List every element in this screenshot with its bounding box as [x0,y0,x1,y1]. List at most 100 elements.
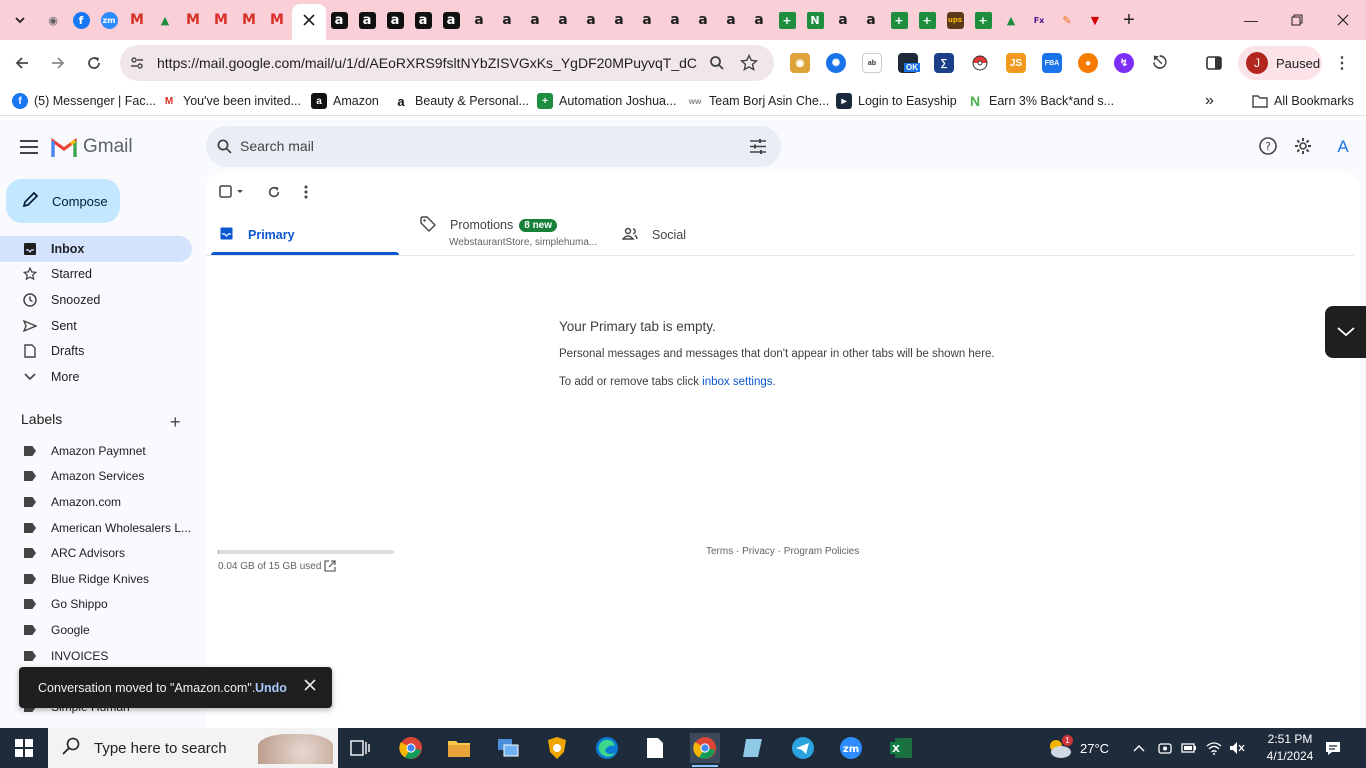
new-tab-button[interactable]: + [1116,7,1142,33]
nav-item-snoozed[interactable]: Snoozed [0,287,192,313]
browser-tab[interactable]: Fx [1026,7,1052,33]
extensions-puzzle-icon[interactable]: ⎋ [1150,53,1170,73]
browser-tab[interactable]: N [802,7,828,33]
gmail-logo[interactable]: Gmail [51,136,133,158]
browser-tab[interactable]: a [690,7,716,33]
side-panel-icon[interactable] [1204,53,1224,73]
browser-tab[interactable]: a [494,7,520,33]
open-in-new-icon[interactable] [324,559,338,573]
camera-status-icon[interactable] [1158,728,1172,768]
footer-links[interactable]: Terms · Privacy · Program Policies [706,546,859,557]
taskbar-search[interactable]: Type here to search [48,728,338,768]
extension-icon[interactable]: ● [1078,53,1098,73]
browser-tab[interactable]: ▼ [1082,7,1108,33]
profile-button[interactable]: J Paused [1238,46,1322,80]
search-bar[interactable] [206,126,781,167]
bookmark-item[interactable]: M You've been invited... [161,92,301,110]
more-bookmarks-button[interactable]: » [1205,92,1214,110]
settings-gear-icon[interactable] [1291,134,1315,158]
start-button[interactable] [0,728,48,768]
nav-item-more[interactable]: More [0,364,192,390]
extension-icon[interactable]: ab [862,53,882,73]
zoom-icon[interactable]: zm [836,733,866,763]
account-avatar[interactable]: A [1330,134,1356,160]
telegram-icon[interactable] [788,733,818,763]
compose-button[interactable]: Compose [6,179,120,223]
browser-tab[interactable]: + [970,7,996,33]
search-options-icon[interactable] [750,139,766,159]
forward-button[interactable] [44,49,72,77]
browser-tab[interactable]: a [382,7,408,33]
extension-icon[interactable]: FBA [1042,53,1062,73]
browser-tab[interactable]: + [886,7,912,33]
close-window-button[interactable] [1320,0,1366,40]
browser-tab[interactable]: a [410,7,436,33]
more-actions-icon[interactable] [296,182,316,202]
search-icon[interactable] [217,139,232,159]
close-icon[interactable] [304,679,318,693]
browser-tab[interactable]: f [68,7,94,33]
browser-tab[interactable]: ✎ [1054,7,1080,33]
minimize-button[interactable]: — [1228,0,1274,40]
network-app-icon[interactable] [493,733,523,763]
bookmark-item[interactable]: + Automation Joshua... [537,92,676,110]
task-view-icon[interactable] [345,733,375,763]
extension-icon[interactable]: ↯ [1114,53,1134,73]
bookmark-item[interactable]: a Beauty & Personal... [393,92,529,110]
browser-tab[interactable]: a [634,7,660,33]
label-item[interactable]: ARC Advisors [0,540,192,566]
browser-tab[interactable]: a [466,7,492,33]
browser-tab[interactable]: a [858,7,884,33]
extension-icon[interactable]: ✺ [826,53,846,73]
browser-tab[interactable]: + [774,7,800,33]
extension-icon[interactable]: ◉ [790,53,810,73]
bookmark-star-icon[interactable] [739,53,759,77]
browser-tab[interactable]: M [264,7,290,33]
bookmark-item[interactable]: f (5) Messenger | Fac... [12,92,156,110]
excel-icon[interactable]: X [886,733,916,763]
collapse-side-panel-button[interactable] [1325,306,1366,358]
chrome-menu-icon[interactable]: ⋮ [1332,53,1352,73]
tab-promotions[interactable]: Promotions 8 new [420,210,605,240]
nav-item-starred[interactable]: Starred [0,261,192,287]
battery-icon[interactable] [1181,728,1197,768]
brave-icon[interactable] [542,733,572,763]
browser-tab[interactable]: ◉ [40,7,66,33]
nav-item-sent[interactable]: Sent [0,313,192,339]
browser-tab[interactable]: a [718,7,744,33]
chrome-profile-app-icon[interactable] [690,733,720,767]
volume-muted-icon[interactable] [1229,728,1245,768]
browser-tab[interactable]: a [438,7,464,33]
wifi-icon[interactable] [1206,728,1222,768]
notifications-icon[interactable] [1325,728,1341,768]
label-item[interactable]: Blue Ridge Knives [0,566,192,592]
browser-tab[interactable]: a [830,7,856,33]
extension-icon[interactable]: OK [898,53,920,73]
label-item[interactable]: Amazon.com [0,489,192,515]
create-label-button[interactable]: + [170,412,181,433]
browser-tab[interactable]: a [606,7,632,33]
edge-icon[interactable] [592,733,622,763]
reload-button[interactable] [80,49,108,77]
app-icon[interactable] [738,733,768,763]
browser-tab[interactable]: a [662,7,688,33]
search-input[interactable] [240,136,720,156]
tab-social[interactable]: Social [621,214,782,256]
tab-primary[interactable]: Primary [220,214,400,256]
label-item[interactable]: INVOICES [0,643,192,669]
browser-tab[interactable]: a [550,7,576,33]
nav-item-drafts[interactable]: Drafts [0,338,192,364]
select-all-checkbox[interactable] [218,182,248,202]
extension-icon[interactable]: JS [1006,53,1026,73]
show-hidden-icons-button[interactable] [1133,728,1145,768]
browser-tab[interactable]: ▲ [152,7,178,33]
nav-item-inbox[interactable]: Inbox [0,236,192,262]
label-item[interactable]: Google [0,617,192,643]
label-item[interactable]: Go Shippo [0,591,192,617]
notepad-icon[interactable] [640,733,670,763]
browser-tab[interactable]: a [354,7,380,33]
bookmark-item[interactable]: ▸ Login to Easyship [836,92,957,110]
browser-tab[interactable]: M [180,7,206,33]
browser-tab[interactable]: a [522,7,548,33]
chrome-app-icon[interactable] [396,733,426,763]
